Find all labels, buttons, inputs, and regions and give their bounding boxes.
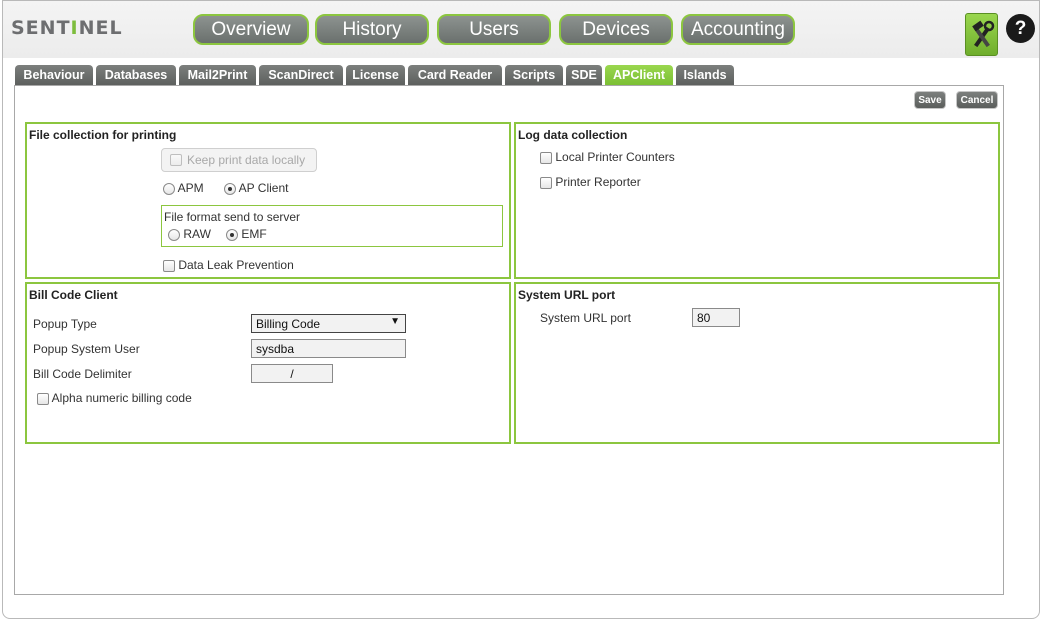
nav-devices[interactable]: Devices [559,14,673,45]
bill-code-title: Bill Code Client [29,288,118,302]
nav-users[interactable]: Users [437,14,551,45]
file-collection-panel: File collection for printing Keep print … [25,122,511,279]
nav-accounting[interactable]: Accounting [681,14,795,45]
emf-option[interactable]: EMF [226,227,267,241]
help-button[interactable]: ? [1006,14,1035,43]
tools-button[interactable] [965,13,998,56]
printer-reporter-option[interactable]: Printer Reporter [540,175,641,189]
raw-radio[interactable] [168,228,180,241]
tab-apclient[interactable]: APClient [605,65,673,85]
file-format-group: File format send to server RAW EMF [161,205,503,247]
app-frame: SENTINEL Overview History Users Devices … [2,0,1040,619]
tab-databases[interactable]: Databases [96,65,176,85]
tab-behaviour[interactable]: Behaviour [15,65,93,85]
nav-history[interactable]: History [315,14,429,45]
cancel-button[interactable]: Cancel [956,91,998,109]
tab-scripts[interactable]: Scripts [505,65,563,85]
tab-license[interactable]: License [346,65,405,85]
apm-radio[interactable] [163,182,175,195]
header: SENTINEL Overview History Users Devices … [3,1,1039,58]
delimiter-input[interactable]: / [251,364,333,383]
url-port-input[interactable]: 80 [692,308,740,327]
url-port-panel: System URL port System URL port 80 [514,282,1000,444]
local-counters-label: Local Printer Counters [555,150,675,164]
log-data-panel: Log data collection Local Printer Counte… [514,122,1000,279]
tab-scandirect[interactable]: ScanDirect [259,65,343,85]
save-button[interactable]: Save [914,91,946,109]
apclient-label: AP Client [238,181,289,195]
file-collection-title: File collection for printing [29,128,177,142]
tab-card-reader[interactable]: Card Reader [408,65,502,85]
nav-overview[interactable]: Overview [193,14,309,45]
log-data-title: Log data collection [518,128,628,142]
alpha-numeric-checkbox[interactable] [37,392,49,405]
bill-code-panel: Bill Code Client Popup Type Billing Code… [25,282,511,444]
dlp-label: Data Leak Prevention [178,258,294,272]
apclient-option[interactable]: AP Client [224,181,288,195]
url-port-label: System URL port [540,311,631,325]
tab-islands[interactable]: Islands [676,65,734,85]
keep-print-data-locally[interactable]: Keep print data locally [161,148,317,172]
apclient-radio[interactable] [224,182,236,195]
keep-local-checkbox[interactable] [170,154,182,166]
apm-option[interactable]: APM [163,181,204,195]
tools-icon [971,20,994,47]
tab-sde[interactable]: SDE [566,65,602,85]
help-icon: ? [1014,17,1027,39]
emf-radio[interactable] [226,228,238,241]
raw-option[interactable]: RAW [168,227,211,241]
dropdown-arrow-icon: ▼ [390,316,400,327]
delimiter-label: Bill Code Delimiter [33,367,132,381]
popup-type-select[interactable]: Billing Code ▼ [251,314,406,333]
keep-local-label: Keep print data locally [187,153,306,167]
printer-reporter-label: Printer Reporter [555,175,641,189]
alpha-numeric-option[interactable]: Alpha numeric billing code [37,391,192,405]
printer-reporter-checkbox[interactable] [540,176,552,189]
popup-user-label: Popup System User [33,342,140,356]
dlp-option[interactable]: Data Leak Prevention [163,258,294,272]
popup-type-label: Popup Type [33,317,97,331]
local-counters-checkbox[interactable] [540,151,552,164]
url-port-title: System URL port [518,288,616,302]
file-format-title: File format send to server [164,210,301,224]
alpha-numeric-label: Alpha numeric billing code [51,391,192,405]
dlp-checkbox[interactable] [163,259,175,272]
apm-label: APM [177,181,204,195]
emf-label: EMF [241,227,267,241]
raw-label: RAW [183,227,211,241]
popup-user-input[interactable]: sysdba [251,339,406,358]
logo: SENTINEL [11,17,123,39]
local-counters-option[interactable]: Local Printer Counters [540,150,675,164]
tab-mail2print[interactable]: Mail2Print [179,65,256,85]
content-area: Save Cancel File collection for printing… [14,85,1004,595]
